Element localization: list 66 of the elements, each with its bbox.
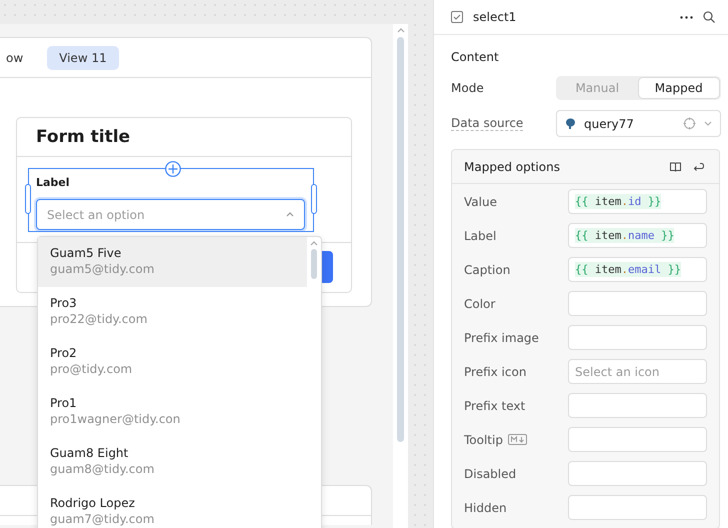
panel-title: Mapped options [464, 160, 561, 174]
property-label: Disabled [464, 466, 516, 480]
view-tab[interactable]: ow [0, 46, 36, 70]
option-email: guam7@tidy.com [50, 512, 156, 526]
scroll-up-icon [310, 241, 318, 246]
property-label: Prefix text [464, 398, 526, 412]
form-title: Form title [17, 118, 351, 157]
dropdown-option[interactable]: Pro1 pro1wagner@tidy.con [38, 387, 307, 437]
dropdown-option[interactable]: Rodrigo Lopez guam7@tidy.com [38, 487, 307, 528]
return-icon[interactable] [693, 162, 704, 172]
input-field[interactable] [568, 291, 707, 316]
chevron-icon [704, 121, 712, 126]
input-field[interactable] [568, 325, 707, 350]
dropdown-option[interactable]: Guam5 Five guam5@tidy.com [38, 237, 307, 287]
option-name: Pro3 [50, 296, 78, 310]
component-name: select1 [473, 10, 518, 24]
book-icon[interactable] [670, 162, 681, 172]
mode-label: Mode [451, 81, 484, 95]
code-value: {{ item.name }} [575, 228, 674, 243]
property-label: Hidden [464, 500, 507, 514]
checkbox-icon [451, 11, 463, 23]
input-field[interactable] [568, 427, 707, 452]
option-email: pro22@tidy.com [50, 312, 148, 326]
markdown-icon [508, 434, 527, 445]
target-icon[interactable] [683, 117, 696, 130]
option-email: pro@tidy.com [50, 362, 134, 376]
property-label: Color [464, 296, 496, 310]
code-value: {{ item.email }} [575, 262, 681, 277]
option-name: Rodrigo Lopez [50, 496, 136, 510]
data-source-label: Data source [451, 116, 524, 131]
resize-handle[interactable] [311, 184, 317, 214]
option-name: Guam5 Five [50, 246, 122, 260]
more-icon[interactable] [680, 16, 693, 18]
scroll-up-icon [396, 28, 404, 33]
property-label: Tooltip [464, 432, 503, 446]
section-title: Content [451, 50, 500, 64]
data-source-select[interactable]: query77 [556, 110, 721, 137]
input-field[interactable] [568, 461, 707, 486]
dropdown-option[interactable]: Pro2 pro@tidy.com [38, 337, 307, 387]
dropdown-option[interactable]: Guam8 Eight guam8@tidy.com [38, 437, 307, 487]
view-tab[interactable]: View 11 [47, 46, 119, 70]
option-name: Guam8 Eight [50, 446, 130, 460]
property-label: Prefix icon [464, 364, 526, 378]
property-label: Value [464, 194, 497, 208]
code-value: {{ item.id }} [575, 194, 662, 209]
scrollbar-thumb[interactable] [397, 37, 404, 442]
option-name: Pro1 [50, 396, 78, 410]
field-label: Label [36, 176, 70, 189]
caret-icon [286, 212, 294, 217]
option-email: guam5@tidy.com [50, 262, 156, 276]
property-label: Label [464, 228, 496, 242]
scrollbar-thumb[interactable] [311, 249, 317, 279]
template-field[interactable]: {{ item.id }} [568, 189, 707, 214]
mode-option[interactable]: Mapped [638, 77, 720, 99]
option-email: guam8@tidy.com [50, 462, 156, 476]
template-field[interactable]: {{ item.email }} [568, 257, 707, 282]
dropdown-option[interactable]: Pro3 pro22@tidy.com [38, 287, 307, 337]
option-name: Pro2 [50, 346, 78, 360]
input-field[interactable] [568, 393, 707, 418]
option-email: pro1wagner@tidy.con [50, 412, 182, 426]
input-field[interactable] [568, 495, 707, 520]
template-field[interactable]: {{ item.name }} [568, 223, 707, 248]
property-label: Caption [464, 262, 510, 276]
resize-handle[interactable] [25, 184, 31, 214]
search-icon[interactable] [703, 11, 715, 23]
property-label: Prefix image [464, 330, 539, 344]
